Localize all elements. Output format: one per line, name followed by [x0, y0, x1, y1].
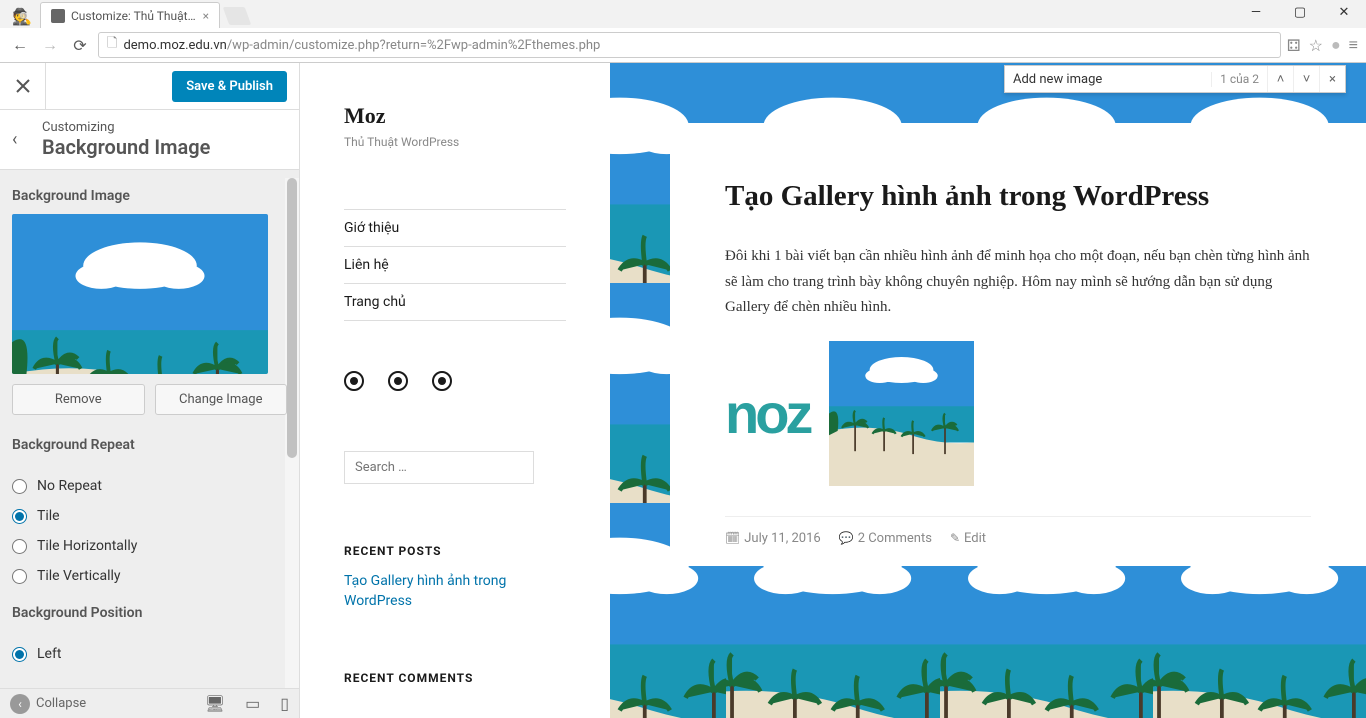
find-bar: Add new image 1 của 2 ˄ ˅ × [1004, 65, 1346, 93]
back-button[interactable]: ‹ [12, 129, 42, 150]
nav-forward[interactable]: → [38, 33, 62, 57]
radio-input[interactable] [12, 539, 27, 554]
bg-image-label: Background Image [12, 188, 287, 204]
remove-button[interactable]: Remove [12, 384, 145, 415]
comment-icon: 💬 [839, 531, 854, 545]
nav-item[interactable]: Giớ thiệu [344, 210, 566, 247]
recent-comments-heading: RECENT COMMENTS [344, 671, 566, 685]
section-title: Background Image [42, 135, 287, 159]
bookmark-icon[interactable]: ☆ [1309, 36, 1323, 55]
recent-posts-heading: RECENT POSTS [344, 544, 566, 558]
gallery-image[interactable] [829, 341, 974, 486]
repeat-option[interactable]: No Repeat [12, 471, 287, 501]
find-count: 1 của 2 [1212, 72, 1267, 86]
radio-label: Left [37, 646, 61, 662]
window-minimize[interactable]: — [1234, 0, 1278, 24]
site-title[interactable]: Moz [344, 103, 566, 129]
nav-item[interactable]: Trang chủ [344, 284, 566, 321]
radio-label: Tile Horizontally [37, 538, 137, 554]
find-input[interactable]: Add new image [1005, 72, 1212, 87]
breadcrumb: Customizing [42, 120, 287, 135]
article-title: Tạo Gallery hình ảnh trong WordPress [725, 178, 1311, 214]
incognito-icon: 🕵️ [8, 4, 36, 28]
position-option[interactable]: Left [12, 639, 287, 669]
article: Tạo Gallery hình ảnh trong WordPress Đôi… [670, 123, 1366, 566]
radio-label: Tile Vertically [37, 568, 121, 584]
collapse-icon[interactable]: ‹ [10, 694, 30, 714]
url-path: /wp-admin/customize.php?return=%2Fwp-adm… [227, 38, 601, 53]
window-maximize[interactable]: ▢ [1278, 0, 1322, 24]
search-input[interactable] [344, 451, 534, 484]
new-tab-button[interactable] [223, 7, 252, 25]
article-date: 🗓July 11, 2016 [725, 531, 821, 546]
social-icon[interactable] [432, 371, 452, 391]
calendar-icon: 🗓 [725, 531, 740, 545]
change-image-button[interactable]: Change Image [155, 384, 288, 415]
find-close-button[interactable]: × [1319, 66, 1345, 92]
site-tagline: Thủ Thuật WordPress [344, 135, 566, 149]
social-icon[interactable] [344, 371, 364, 391]
menu-icon[interactable]: ≡ [1349, 35, 1358, 55]
address-bar[interactable]: 🗋 demo.moz.edu.vn/wp-admin/customize.php… [98, 32, 1281, 58]
find-next-button[interactable]: ˅ [1293, 66, 1319, 92]
repeat-option[interactable]: Tile Horizontally [12, 531, 287, 561]
radio-input[interactable] [12, 479, 27, 494]
save-publish-button[interactable]: Save & Publish [172, 71, 287, 102]
article-comments-link[interactable]: 💬2 Comments [839, 531, 932, 546]
radio-label: Tile [37, 508, 60, 524]
window-close[interactable]: ✕ [1322, 0, 1366, 24]
bg-repeat-label: Background Repeat [12, 437, 287, 453]
url-domain: demo.moz.edu.vn [123, 38, 226, 53]
nav-reload[interactable]: ⟳ [68, 33, 92, 57]
nav-back[interactable]: ← [8, 33, 32, 57]
close-customizer-button[interactable] [0, 63, 46, 109]
collapse-label[interactable]: Collapse [36, 696, 86, 711]
find-prev-button[interactable]: ˄ [1267, 66, 1293, 92]
extension-icon[interactable]: ● [1331, 35, 1341, 55]
article-edit-link[interactable]: ✎Edit [950, 531, 986, 546]
radio-input[interactable] [12, 509, 27, 524]
favicon [51, 9, 65, 23]
repeat-option[interactable]: Tile Vertically [12, 561, 287, 591]
repeat-option[interactable]: Tile [12, 501, 287, 531]
radio-input[interactable] [12, 569, 27, 584]
social-icon[interactable] [388, 371, 408, 391]
site-preview: Add new image 1 của 2 ˄ ˅ × Moz Thủ Thuậ… [300, 63, 1366, 718]
device-mobile-icon[interactable]: ▯ [280, 694, 289, 713]
page-icon: 🗋 [107, 34, 117, 56]
article-body: Đôi khi 1 bài viết bạn cần nhiều hình ản… [725, 244, 1311, 321]
bg-image-preview [12, 214, 268, 374]
pencil-icon: ✎ [950, 531, 960, 545]
recent-post-link[interactable]: Tạo Gallery hình ảnh trong WordPress [344, 572, 566, 611]
browser-tab[interactable]: Customize: Thủ Thuật Wo × [40, 2, 220, 28]
device-desktop-icon[interactable]: 🖥 [205, 694, 225, 713]
radio-input[interactable] [12, 647, 27, 662]
device-tablet-icon[interactable]: ▭ [245, 694, 260, 713]
gallery-logo: noz [725, 381, 809, 446]
nav-item[interactable]: Liên hệ [344, 247, 566, 284]
bg-position-label: Background Position [12, 605, 287, 621]
customizer-panel: Save & Publish ‹ Customizing Background … [0, 63, 300, 718]
tab-close-icon[interactable]: × [203, 9, 209, 23]
site-sidebar: Moz Thủ Thuật WordPress Giớ thiệuLiên hệ… [300, 63, 610, 718]
tab-title: Customize: Thủ Thuật Wo [71, 9, 197, 23]
translate-icon[interactable]: ⚃ [1287, 36, 1301, 55]
radio-label: No Repeat [37, 478, 102, 494]
